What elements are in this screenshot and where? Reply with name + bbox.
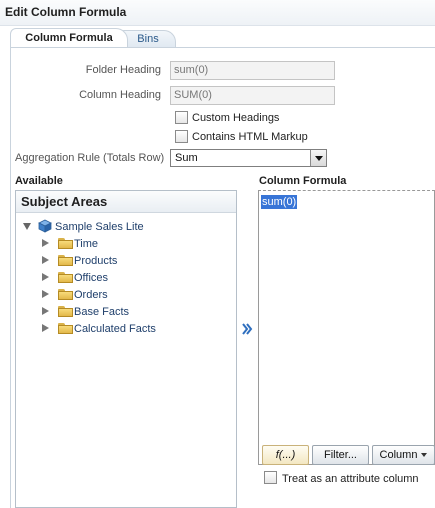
folder-icon (58, 289, 73, 300)
custom-headings-label: Custom Headings (192, 112, 280, 124)
tree-item-products[interactable]: Products (74, 253, 117, 269)
collapse-triangle-icon[interactable] (23, 223, 31, 230)
column-formula-section-label: Column Formula (259, 175, 347, 187)
tree-item-orders[interactable]: Orders (74, 287, 108, 303)
tree-item-time[interactable]: Time (74, 236, 98, 252)
tab-column-formula[interactable]: Column Formula (10, 28, 128, 48)
treat-as-attribute-label: Treat as an attribute column (282, 473, 419, 485)
folder-icon (58, 306, 73, 317)
custom-headings-checkbox[interactable] (175, 111, 188, 124)
aggregation-rule-select[interactable]: Sum (170, 149, 327, 167)
folder-heading-field[interactable]: sum(0) (170, 61, 335, 80)
dialog-titlebar: Edit Column Formula (0, 0, 435, 26)
expand-triangle-icon[interactable] (42, 239, 49, 247)
cube-icon (38, 219, 52, 233)
tab-bins[interactable]: Bins (120, 30, 176, 48)
folder-icon (58, 272, 73, 283)
aggregation-rule-label: Aggregation Rule (Totals Row) (15, 152, 165, 164)
column-button-label: Column (379, 449, 418, 461)
folder-icon (58, 323, 73, 334)
subject-areas-panel: Subject Areas (15, 190, 237, 508)
contains-html-label: Contains HTML Markup (192, 131, 308, 143)
subject-areas-title: Subject Areas (16, 191, 236, 213)
expand-triangle-icon[interactable] (42, 307, 49, 315)
double-chevron-right-icon[interactable] (241, 321, 253, 337)
chevron-down-icon (421, 453, 428, 458)
column-heading-field[interactable]: SUM(0) (170, 86, 335, 105)
chevron-down-icon[interactable] (310, 150, 326, 166)
tree-item-base-facts[interactable]: Base Facts (74, 304, 129, 320)
column-dropdown-button[interactable]: Column (372, 445, 435, 465)
column-heading-label: Column Heading (79, 89, 161, 101)
folder-heading-label: Folder Heading (85, 64, 161, 76)
dialog-title: Edit Column Formula (5, 5, 127, 19)
aggregation-rule-value: Sum (175, 152, 198, 164)
function-button[interactable]: f(...) (262, 445, 309, 465)
treat-as-attribute-checkbox[interactable] (264, 471, 277, 484)
folder-icon (58, 238, 73, 249)
contains-html-checkbox[interactable] (175, 130, 188, 143)
filter-button[interactable]: Filter... (312, 445, 369, 465)
tree-item-calculated-facts[interactable]: Calculated Facts (74, 321, 156, 337)
available-section-label: Available (15, 175, 63, 187)
expand-triangle-icon[interactable] (42, 324, 49, 332)
column-formula-editor[interactable] (258, 190, 435, 465)
tree-root-sample-sales-lite[interactable]: Sample Sales Lite (55, 219, 144, 235)
expand-triangle-icon[interactable] (42, 256, 49, 264)
tab-strip: Bins Column Formula (0, 26, 435, 48)
expand-triangle-icon[interactable] (42, 273, 49, 281)
column-formula-text[interactable]: sum(0) (261, 195, 298, 209)
folder-icon (58, 255, 73, 266)
tree-item-offices[interactable]: Offices (74, 270, 108, 286)
expand-triangle-icon[interactable] (42, 290, 49, 298)
